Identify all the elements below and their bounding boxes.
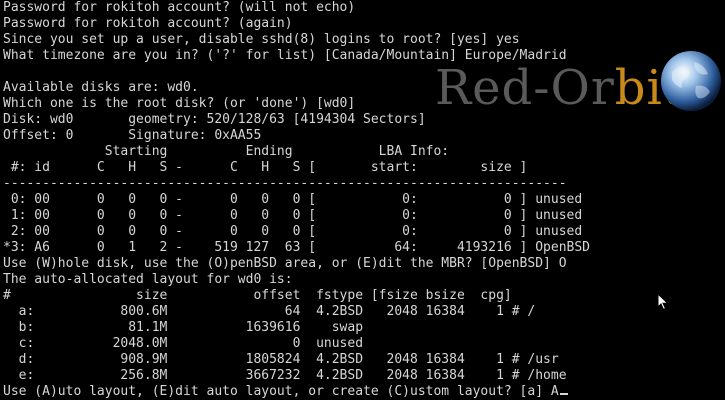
console-line: *3: A6 0 1 2 - 519 127 63 [ 64: 4193216 …: [3, 240, 590, 255]
console-line: Starting Ending LBA Info:: [3, 144, 450, 159]
console-line: #: id C H S - C H S [ start: size ]: [3, 160, 528, 175]
console-line: 0: 00 0 0 0 - 0 0 0 [ 0: 0 ] unused: [3, 192, 583, 207]
text-cursor: [559, 393, 568, 395]
console-line: 1: 00 0 0 0 - 0 0 0 [ 0: 0 ] unused: [3, 208, 583, 223]
console-line: Offset: 0 Signature: 0xAA55: [3, 128, 262, 143]
console-line: e: 256.8M 3667232 4.2BSD 2048 16384 1 # …: [3, 368, 567, 383]
console-line: What timezone are you in? ('?' for list)…: [3, 48, 567, 63]
console-line: Available disks are: wd0.: [3, 80, 199, 95]
console-line: Use (W)hole disk, use the (O)penBSD area…: [3, 256, 567, 271]
console-prompt-line[interactable]: Use (A)uto layout, (E)dit auto layout, o…: [3, 384, 590, 400]
console-line: a: 800.6M 64 4.2BSD 2048 16384 1 # /: [3, 304, 536, 319]
console-line: Since you set up a user, disable sshd(8)…: [3, 32, 520, 47]
console-line: The auto-allocated layout for wd0 is:: [3, 272, 293, 287]
console-line: Disk: wd0 geometry: 520/128/63 [4194304 …: [3, 112, 426, 127]
mouse-pointer-icon: [657, 293, 669, 311]
console-line: d: 908.9M 1805824 4.2BSD 2048 16384 1 # …: [3, 352, 559, 367]
console-line: 2: 00 0 0 0 - 0 0 0 [ 0: 0 ] unused: [3, 224, 583, 239]
console-line: Which one is the root disk? (or 'done') …: [3, 96, 356, 111]
console-line: c: 2048.0M 0 unused: [3, 336, 364, 351]
console-screen[interactable]: Red-Orbita Password for rokitoh account?…: [0, 0, 725, 400]
globe-icon: [661, 51, 721, 111]
console-line: Password for rokitoh account? (again): [3, 16, 293, 31]
console-line: Password for rokitoh account? (will not …: [3, 0, 356, 15]
console-line: b: 81.1M 1639616 swap: [3, 320, 364, 335]
console-line: ----------------------------------------…: [3, 176, 567, 191]
console-prompt: Use (A)uto layout, (E)dit auto layout, o…: [3, 384, 559, 399]
console-line: # size offset fstype [fsize bsize cpg]: [3, 288, 512, 303]
console-output: Password for rokitoh account? (will not …: [3, 0, 590, 400]
